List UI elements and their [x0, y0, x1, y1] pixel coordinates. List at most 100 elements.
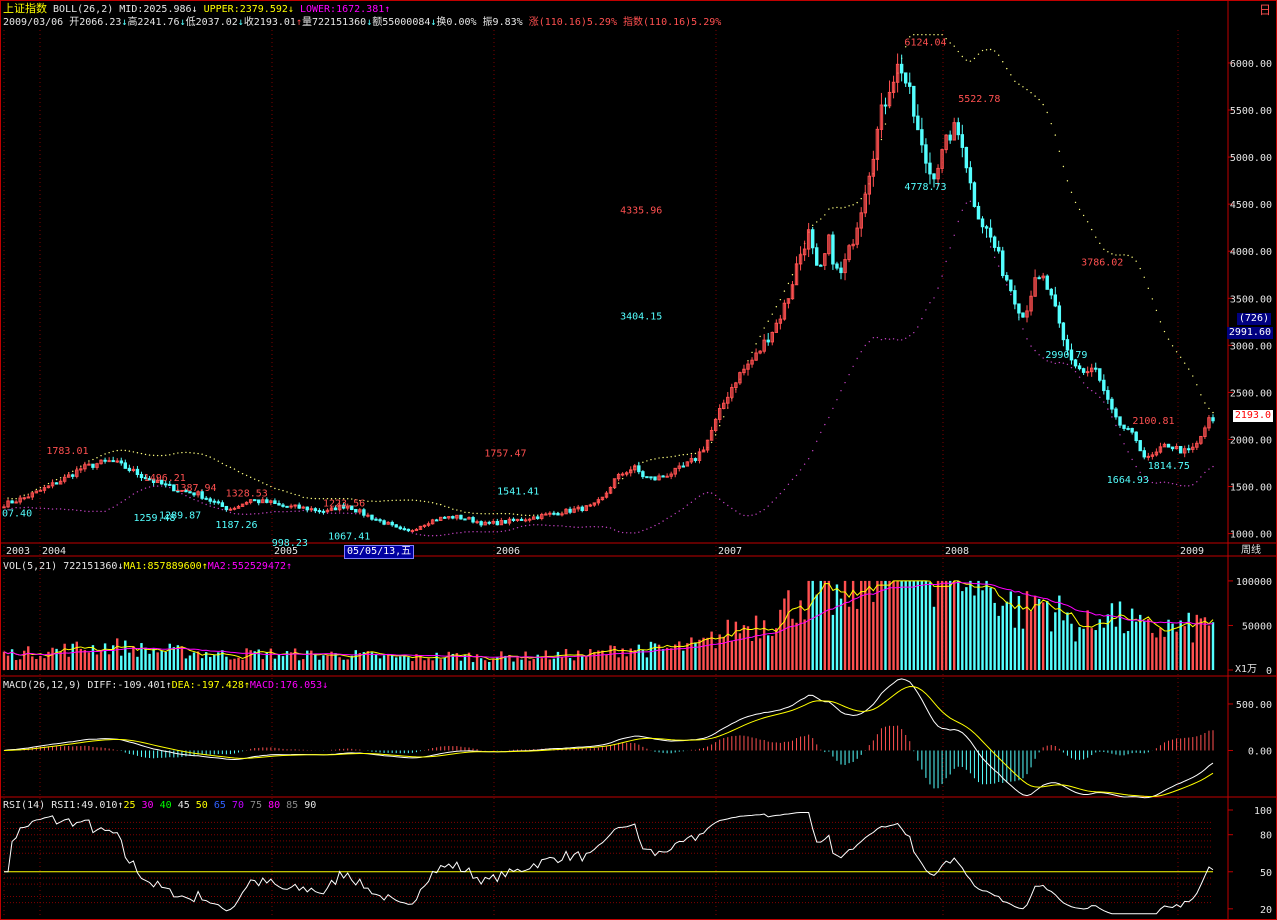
volume-bar — [59, 651, 62, 670]
boll-lower-point — [731, 507, 733, 510]
boll-lower-point — [621, 531, 624, 534]
price-annotation: 1783.01 — [46, 446, 88, 457]
volume-bar — [532, 658, 535, 670]
boll-lower-point — [1171, 482, 1174, 485]
volume-bar — [1041, 602, 1045, 670]
macd-y-tick-label: 0.00 — [1248, 746, 1272, 757]
boll-upper-point — [1026, 88, 1028, 91]
boll-lower-point — [969, 200, 972, 203]
volume-bar — [382, 655, 386, 670]
volume-bar — [43, 658, 46, 670]
price-annotation: 1814.75 — [1148, 461, 1190, 472]
boll-lower-point — [233, 512, 236, 515]
volume-bar — [718, 634, 721, 670]
volume-bar — [192, 652, 196, 670]
price-annotation: 3786.02 — [1081, 257, 1123, 268]
volume-bar — [31, 656, 34, 670]
chart-canvas[interactable]: 2003 2004 2005 2006 2007 2008 20091000.001500.… — [0, 0, 1277, 920]
boll-lower-point — [989, 246, 992, 248]
volume-bar — [180, 646, 184, 670]
boll-upper-point — [1062, 165, 1065, 168]
candle-body — [398, 526, 402, 530]
chart-stage[interactable]: 2003 2004 2005 2006 2007 2008 2009 1000.00 1500.… — [0, 0, 1277, 920]
candle-body — [992, 236, 997, 248]
boll-upper-point — [1151, 298, 1154, 300]
boll-upper-point — [913, 34, 915, 36]
boll-lower-point — [116, 504, 118, 506]
volume-bar — [597, 650, 600, 670]
index-title: 上证指数 — [3, 2, 47, 15]
volume-bar — [168, 643, 171, 670]
boll-lower-point — [249, 513, 252, 515]
boll-lower-point — [492, 531, 494, 533]
volume-bar — [14, 660, 18, 670]
price-badge-count: (726) — [1236, 313, 1271, 325]
volume-bar — [657, 644, 661, 670]
boll-lower-point — [569, 525, 571, 528]
volume-bar — [1090, 628, 1093, 670]
boll-lower-point — [484, 531, 486, 533]
boll-lower-point — [1099, 396, 1101, 399]
boll-upper-point — [993, 50, 996, 52]
candle-body — [297, 504, 301, 509]
candle-body — [988, 227, 993, 238]
period-corner-icon[interactable]: 日 — [1241, 4, 1271, 16]
volume-bar — [601, 650, 604, 670]
boll-lower-point — [694, 498, 697, 500]
boll-lower-point — [1066, 363, 1069, 366]
volume-bar — [706, 637, 709, 670]
boll-upper-point — [229, 466, 232, 469]
candle-body — [912, 85, 916, 117]
volume-bar — [370, 652, 374, 670]
rsi-level-30: 30 — [141, 800, 154, 811]
period-label[interactable]: 周线 — [1239, 545, 1263, 557]
boll-lower-point — [448, 533, 450, 536]
rsi-y-tick-label: 20 — [1260, 905, 1272, 916]
volume-bar — [779, 609, 782, 670]
macd-macd: MACD:176.053 — [249, 680, 323, 691]
boll-upper-point — [856, 201, 858, 204]
volume-bar — [237, 657, 240, 670]
boll-lower-point — [925, 309, 927, 311]
boll-lower-point — [917, 326, 919, 328]
volume-bar — [1163, 636, 1166, 670]
macd-label: MACD(26,12,9) — [3, 680, 82, 691]
boll-lower-point — [1163, 481, 1166, 483]
boll-upper-point — [783, 290, 786, 292]
boll-upper-point — [379, 500, 381, 503]
volume-bar — [378, 658, 382, 670]
boll-lower-point — [500, 530, 503, 533]
boll-upper-point — [415, 499, 418, 502]
boll-lower-point — [1200, 476, 1202, 478]
candle-body — [693, 458, 698, 461]
boll-lower-point — [169, 486, 171, 489]
boll-upper-point — [391, 499, 393, 502]
boll-lower-point — [1022, 328, 1024, 330]
volume-bar — [637, 644, 641, 670]
price-annotation: 4335.96 — [620, 206, 662, 217]
boll-upper-point — [937, 34, 939, 36]
boll-lower-point — [1006, 284, 1008, 286]
boll-upper-point — [1018, 83, 1020, 85]
volume-bar — [520, 659, 523, 670]
volume-bar — [1151, 632, 1154, 670]
price-annotation: 1223.56 — [323, 499, 365, 510]
boll-lower-point — [1196, 481, 1198, 483]
vol-ma2-arrow: ↑ — [286, 561, 293, 572]
candle-body — [661, 475, 665, 478]
candle-body — [135, 468, 140, 475]
candle-body — [293, 504, 297, 507]
volume-bar — [698, 639, 701, 670]
boll-upper-point — [508, 513, 511, 515]
boll-upper-point — [148, 454, 151, 456]
candle-body — [123, 462, 128, 469]
candle-body — [956, 122, 960, 136]
boll-lower-point — [904, 337, 907, 340]
boll-lower-point — [508, 529, 511, 531]
boll-lower-point — [860, 350, 862, 353]
boll-upper-point — [1090, 228, 1093, 231]
boll-upper-point — [165, 454, 167, 457]
volume-bar — [948, 580, 952, 670]
boll-lower-point — [156, 485, 159, 487]
boll-upper-point — [249, 476, 252, 479]
